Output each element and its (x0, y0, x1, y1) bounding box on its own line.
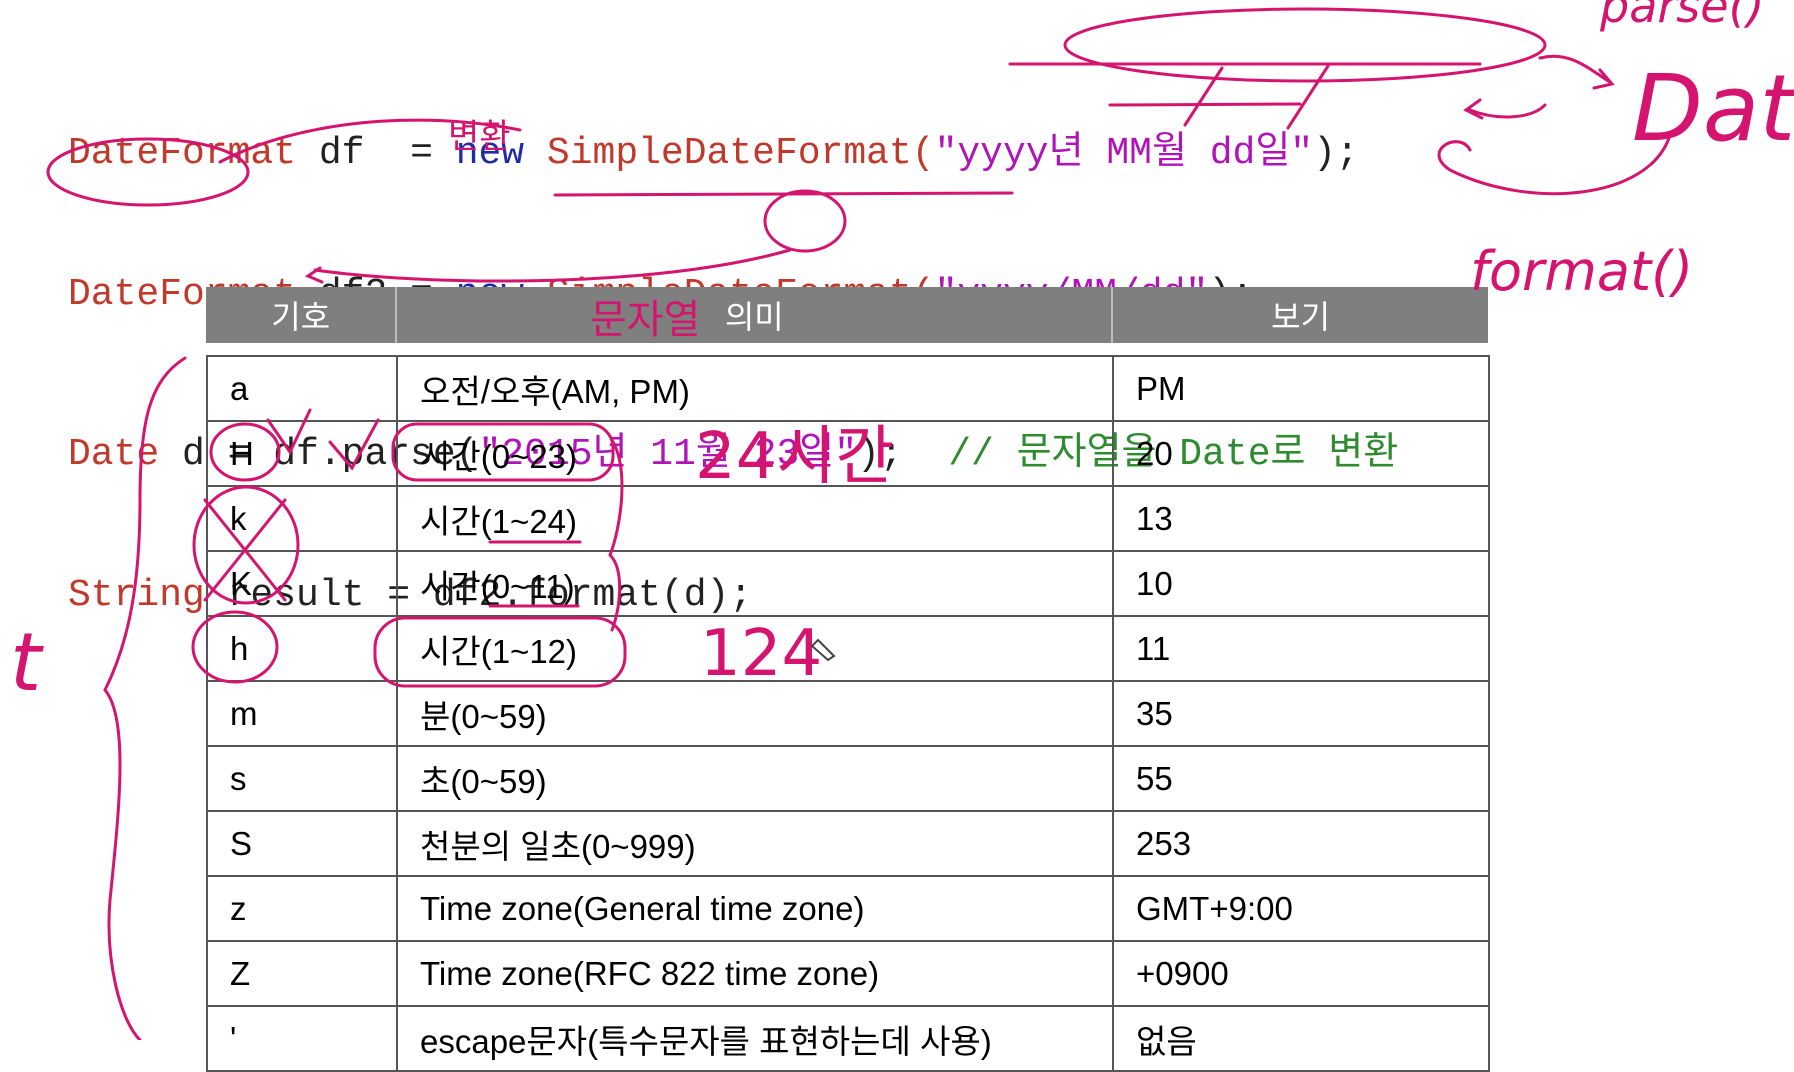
cell-symbol: k (208, 487, 398, 550)
table-row: k 시간(1~24) 13 (208, 487, 1488, 552)
table-row: h 시간(1~12) 11 (208, 617, 1488, 682)
cell-example: GMT+9:00 (1136, 889, 1293, 927)
cell-meaning: 분(0~59) (398, 682, 1114, 745)
cell-meaning: 시간(0~23) (398, 422, 1114, 485)
cell-example: 253 (1136, 824, 1192, 862)
cell-example: 없음 (1136, 1022, 1197, 1060)
cell-example: PM (1136, 369, 1186, 407)
table-row: H 시간(0~23) 20 (208, 422, 1488, 487)
cell-example: 20 (1136, 434, 1173, 472)
table-header: 기호 의미 보기 (206, 287, 1488, 343)
code-line-1: DateFormat df = new SimpleDateFormat("yy… (68, 132, 1359, 175)
cell-symbol: a (208, 357, 398, 420)
cell-symbol: s (208, 747, 398, 810)
table-row: S 천분의 일초(0~999) 253 (208, 812, 1488, 877)
table-row: Z Time zone(RFC 822 time zone) +0900 (208, 942, 1488, 1007)
cell-symbol: H (208, 422, 398, 485)
cell-example: +0900 (1136, 954, 1229, 992)
cell-example: 13 (1136, 499, 1173, 537)
annotation-text-parse: parse() (1599, 0, 1764, 33)
cell-symbol: h (208, 617, 398, 680)
cell-symbol: m (208, 682, 398, 745)
annotation-arrow-parse (1538, 54, 1615, 90)
cell-symbol: ' (208, 1007, 398, 1070)
cell-meaning: 시간(1~24) (398, 487, 1114, 550)
cell-meaning: 초(0~59) (398, 747, 1114, 810)
cell-symbol: K (208, 552, 398, 615)
table-row: a 오전/오후(AM, PM) PM (208, 357, 1488, 422)
annotation-text-t: t (10, 616, 44, 709)
cell-symbol: Z (208, 942, 398, 1005)
annotation-text-date: Date (1632, 55, 1794, 162)
header-meaning: 의미 (397, 287, 1114, 343)
cell-meaning: Time zone(RFC 822 time zone) (398, 942, 1114, 1005)
table-row: m 분(0~59) 35 (208, 682, 1488, 747)
cell-meaning: 오전/오후(AM, PM) (398, 357, 1114, 420)
header-example: 보기 (1271, 299, 1331, 335)
cell-example: 11 (1136, 629, 1171, 667)
table-row: K 시간(0~11) 10 (208, 552, 1488, 617)
cell-meaning: Time zone(General time zone) (398, 877, 1114, 940)
cell-example: 55 (1136, 759, 1173, 797)
header-symbol: 기호 (206, 287, 398, 343)
cell-symbol: S (208, 812, 398, 875)
cell-example: 10 (1136, 564, 1173, 602)
cell-symbol: z (208, 877, 398, 940)
table-row: z Time zone(General time zone) GMT+9:00 (208, 877, 1488, 942)
cell-example: 35 (1136, 694, 1173, 732)
cell-meaning: escape문자(특수문자를 표현하는데 사용) (398, 1007, 1114, 1070)
cell-meaning: 시간(0~11) (398, 552, 1114, 615)
cell-meaning: 천분의 일초(0~999) (398, 812, 1114, 875)
annotation-arrow-format (1437, 133, 1672, 196)
table-row: s 초(0~59) 55 (208, 747, 1488, 812)
cell-meaning: 시간(1~12) (398, 617, 1114, 680)
annotation-text-format: format() (1470, 240, 1693, 303)
format-symbol-table: a 오전/오후(AM, PM) PM H 시간(0~23) 20 k 시간(1~24) 13 K 시… (206, 355, 1490, 1072)
